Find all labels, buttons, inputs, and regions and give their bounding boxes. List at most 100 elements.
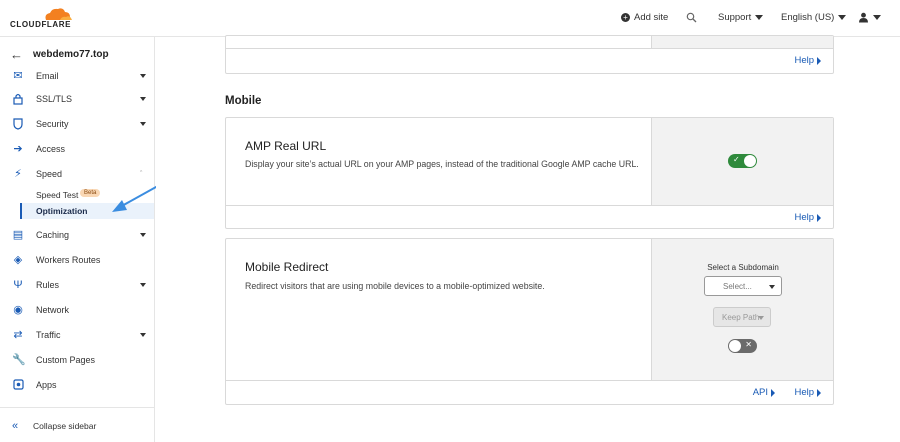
sidebar-item-security[interactable]: Security bbox=[0, 115, 154, 135]
sidebar-item-label: Access bbox=[36, 144, 66, 154]
check-icon: ✓ bbox=[733, 155, 740, 164]
apps-icon bbox=[12, 379, 24, 391]
lock-icon bbox=[12, 93, 24, 105]
site-header: ← webdemo77.top bbox=[0, 45, 154, 65]
site-name: webdemo77.top bbox=[33, 49, 109, 60]
chevron-down-icon bbox=[140, 233, 146, 237]
lightning-icon: ⚡ bbox=[14, 168, 22, 180]
help-label: Help bbox=[794, 55, 814, 66]
double-chevron-left-icon: « bbox=[12, 420, 19, 432]
workers-icon: ◈ bbox=[13, 254, 23, 266]
card-title: Mobile Redirect bbox=[245, 260, 329, 274]
sidebar-item-workers-routes[interactable]: ◈ Workers Routes bbox=[0, 251, 154, 271]
sidebar-item-label: Traffic bbox=[36, 330, 61, 340]
sidebar-item-label: Security bbox=[36, 119, 69, 129]
sidebar-item-label: Caching bbox=[36, 230, 70, 240]
sidebar-item-network[interactable]: ◉ Network bbox=[0, 301, 154, 321]
caret-right-icon bbox=[817, 56, 821, 65]
card-description: Display your site’s actual URL on your A… bbox=[245, 159, 639, 169]
chevron-down-icon bbox=[140, 333, 146, 337]
user-icon bbox=[859, 12, 868, 23]
toggle-knob bbox=[744, 155, 756, 167]
sidebar-subitem-optimization[interactable]: Optimization bbox=[20, 203, 154, 219]
add-site-label: Add site bbox=[634, 12, 669, 23]
toggle-knob bbox=[729, 340, 741, 352]
amp-real-url-toggle[interactable]: ✓ bbox=[728, 154, 757, 168]
top-settings-card: Help bbox=[225, 35, 834, 74]
card-description: Redirect visitors that are using mobile … bbox=[245, 281, 545, 291]
card-footer: Help bbox=[226, 48, 833, 71]
subdomain-select[interactable]: Select... bbox=[704, 276, 782, 296]
location-pin-icon: ◉ bbox=[13, 304, 23, 316]
sidebar-item-label: Workers Routes bbox=[36, 255, 101, 265]
card-footer: Help bbox=[226, 205, 833, 228]
mobile-redirect-card: Mobile Redirect Redirect visitors that a… bbox=[225, 238, 834, 405]
help-link[interactable]: Help bbox=[794, 387, 821, 398]
help-link[interactable]: Help bbox=[794, 212, 821, 223]
search-button[interactable] bbox=[686, 12, 697, 23]
top-bar: CLOUDFLARE + Add site Support English (U… bbox=[0, 0, 900, 37]
chevron-down-icon bbox=[140, 122, 146, 126]
sidebar-item-label: Apps bbox=[36, 380, 57, 390]
card-control-panel: ✓ bbox=[651, 118, 833, 205]
sidebar-item-label: Speed bbox=[36, 169, 63, 179]
sidebar-item-apps[interactable]: Apps bbox=[0, 376, 154, 396]
back-arrow-icon[interactable]: ← bbox=[10, 47, 23, 62]
chevron-up-icon: ˆ bbox=[140, 171, 143, 178]
keep-path-button[interactable]: Keep Path bbox=[713, 307, 771, 327]
caret-right-icon bbox=[771, 388, 775, 397]
api-link[interactable]: API bbox=[753, 387, 775, 398]
sidebar: ← webdemo77.top ✉ Email SSL/TLS Security… bbox=[0, 37, 155, 442]
sidebar-item-access[interactable]: ➔ Access bbox=[0, 140, 154, 160]
logo-wordmark: CLOUDFLARE bbox=[10, 20, 72, 29]
card-control-panel bbox=[651, 36, 833, 48]
help-label: Help bbox=[794, 212, 814, 223]
support-menu[interactable]: Support bbox=[718, 12, 764, 23]
amp-real-url-card: AMP Real URL Display your site’s actual … bbox=[225, 117, 834, 229]
sidebar-item-speed[interactable]: ⚡ Speed ˆ bbox=[0, 165, 154, 185]
help-label: Help bbox=[794, 387, 814, 398]
add-site-button[interactable]: + Add site bbox=[621, 12, 668, 23]
help-link[interactable]: Help bbox=[794, 55, 821, 66]
sidebar-item-ssl-tls[interactable]: SSL/TLS bbox=[0, 90, 154, 110]
search-icon bbox=[686, 12, 697, 23]
shield-icon bbox=[12, 118, 24, 130]
beta-badge: Beta bbox=[80, 189, 101, 197]
sidebar-item-custom-pages[interactable]: 🔧 Custom Pages bbox=[0, 351, 154, 371]
traffic-icon: ⇄ bbox=[13, 329, 23, 341]
support-label: Support bbox=[718, 12, 752, 23]
card-title: AMP Real URL bbox=[245, 139, 327, 153]
subdomain-label: Select a Subdomain bbox=[707, 263, 779, 272]
sidebar-item-label: Network bbox=[36, 305, 70, 315]
section-title-mobile: Mobile bbox=[225, 95, 262, 107]
sidebar-item-traffic[interactable]: ⇄ Traffic bbox=[0, 326, 154, 346]
cloudflare-logo[interactable]: CLOUDFLARE bbox=[10, 6, 80, 32]
main-content: Help Mobile AMP Real URL Display your si… bbox=[156, 35, 900, 442]
collapse-sidebar-button[interactable]: « Collapse sidebar bbox=[0, 407, 154, 442]
account-menu[interactable] bbox=[858, 12, 881, 23]
sidebar-item-label: Email bbox=[36, 71, 59, 81]
email-icon: ✉ bbox=[13, 70, 23, 82]
chevron-down-icon bbox=[769, 285, 775, 289]
chevron-down-icon bbox=[838, 15, 847, 20]
plus-circle-icon: + bbox=[621, 13, 630, 22]
sidebar-item-label: Custom Pages bbox=[36, 355, 96, 365]
sidebar-item-email[interactable]: ✉ Email bbox=[0, 67, 154, 87]
sidebar-subitem-label: Optimization bbox=[36, 206, 88, 216]
collapse-sidebar-label: Collapse sidebar bbox=[33, 421, 97, 431]
card-footer: API Help bbox=[226, 380, 833, 403]
language-menu[interactable]: English (US) bbox=[781, 12, 847, 23]
sidebar-subitem-speed-test[interactable]: Speed Test Beta bbox=[20, 187, 154, 203]
sidebar-item-caching[interactable]: ▤ Caching bbox=[0, 226, 154, 246]
api-label: API bbox=[752, 387, 768, 398]
sidebar-item-label: SSL/TLS bbox=[36, 94, 73, 104]
chevron-down-icon bbox=[140, 97, 146, 101]
card-control-panel: Select a Subdomain Select... Keep Path ✕ bbox=[651, 239, 833, 380]
access-icon: ➔ bbox=[13, 143, 23, 155]
chevron-down-icon bbox=[758, 316, 764, 320]
chevron-down-icon bbox=[873, 15, 881, 20]
sidebar-subitem-label: Speed Test bbox=[36, 190, 79, 200]
caret-right-icon bbox=[817, 213, 821, 222]
mobile-redirect-toggle[interactable]: ✕ bbox=[728, 339, 757, 353]
sidebar-item-rules[interactable]: Ψ Rules bbox=[0, 276, 154, 296]
